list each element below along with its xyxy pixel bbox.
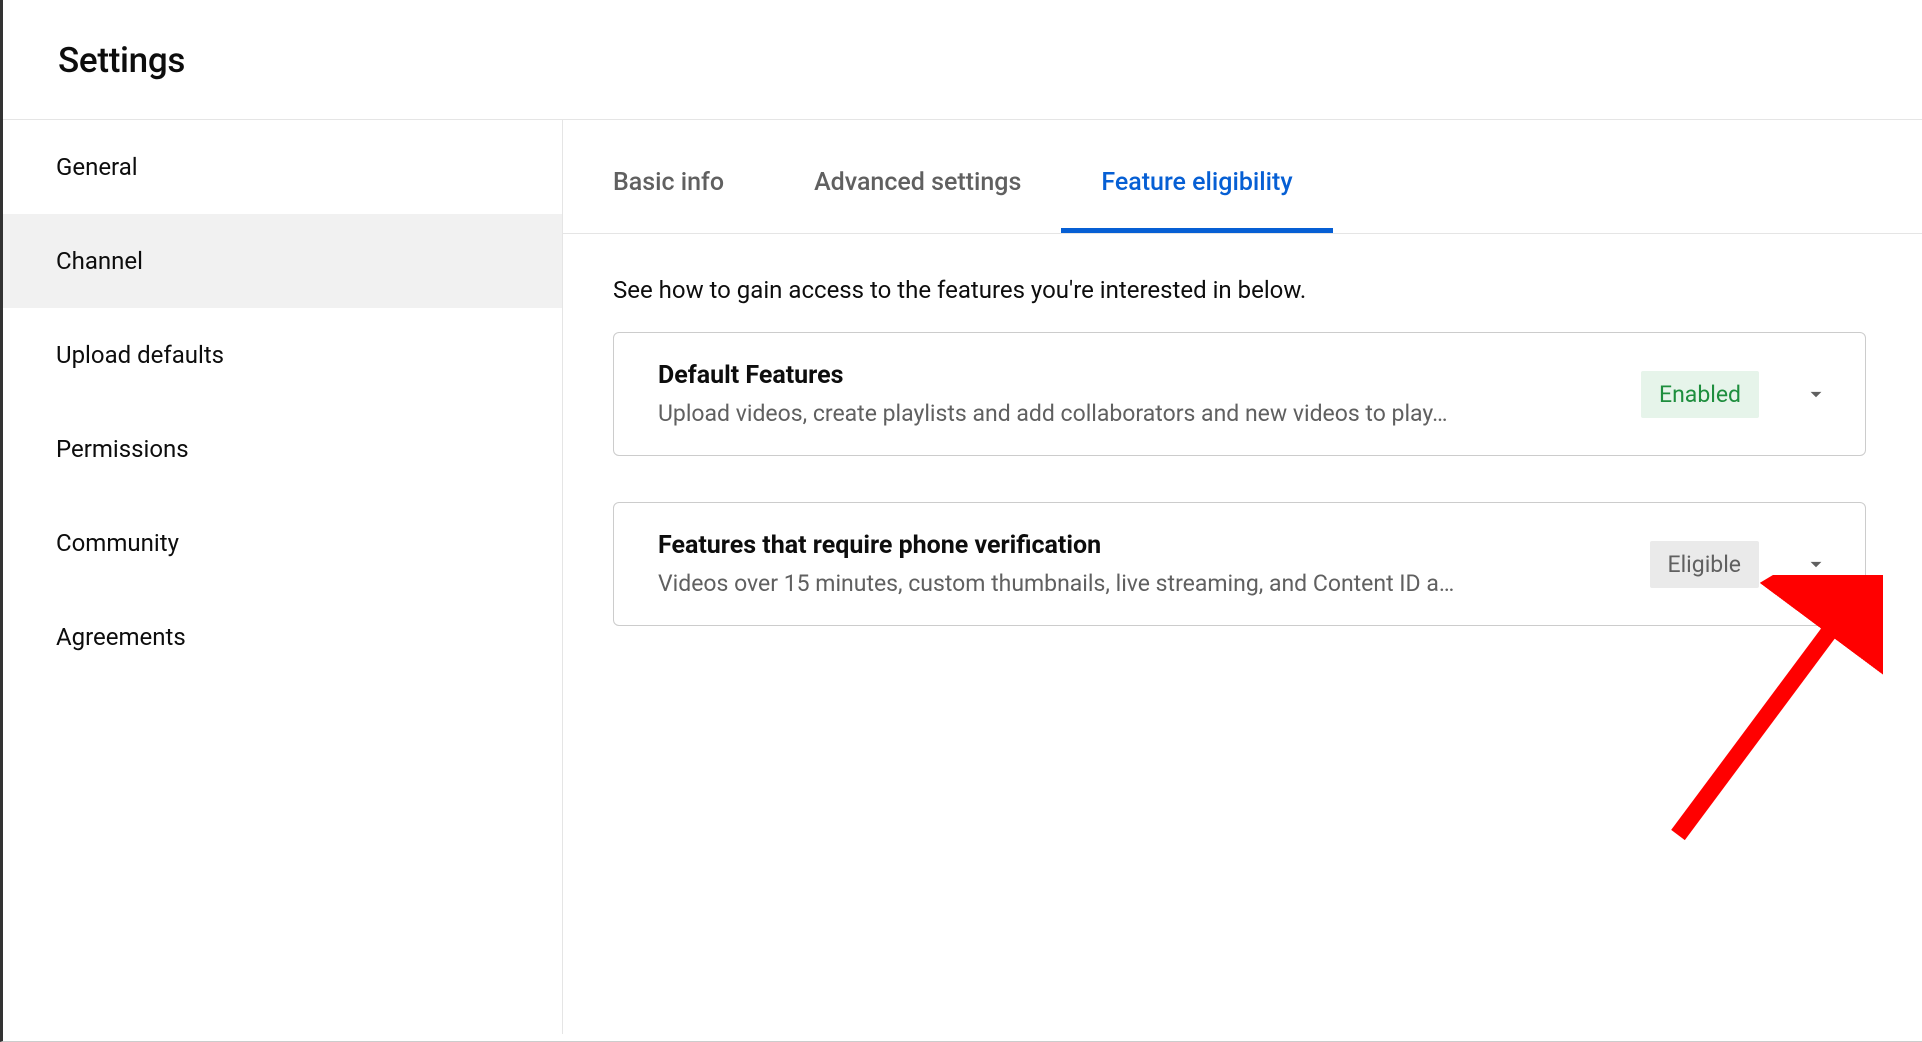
card-right: Enabled [1641,371,1829,418]
sidebar-item-community[interactable]: Community [3,496,562,590]
header: Settings [3,0,1922,120]
tab-label: Basic info [613,168,724,197]
card-right: Eligible [1650,541,1829,588]
tab-advanced-settings[interactable]: Advanced settings [774,120,1061,233]
sidebar-item-label: Permissions [56,435,189,463]
tab-label: Advanced settings [814,168,1021,197]
main: Basic info Advanced settings Feature eli… [563,120,1922,1034]
sidebar-item-label: Channel [56,247,143,275]
sidebar-item-permissions[interactable]: Permissions [3,402,562,496]
sidebar-item-general[interactable]: General [3,120,562,214]
status-badge-enabled: Enabled [1641,371,1759,418]
sidebar-item-label: General [56,153,138,181]
sidebar-item-label: Upload defaults [56,341,224,369]
sidebar-item-channel[interactable]: Channel [3,214,562,308]
tab-feature-eligibility[interactable]: Feature eligibility [1061,120,1332,233]
tab-label: Feature eligibility [1101,168,1292,197]
sidebar-item-label: Community [56,529,179,557]
card-left: Features that require phone verification… [658,531,1630,597]
card-phone-verification[interactable]: Features that require phone verification… [613,502,1866,626]
layout: General Channel Upload defaults Permissi… [3,120,1922,1034]
tabs: Basic info Advanced settings Feature eli… [563,120,1922,234]
card-default-features[interactable]: Default Features Upload videos, create p… [613,332,1866,456]
card-desc: Upload videos, create playlists and add … [658,400,1621,427]
sidebar-item-upload-defaults[interactable]: Upload defaults [3,308,562,402]
intro-text: See how to gain access to the features y… [613,276,1866,304]
chevron-down-icon [1803,381,1829,407]
sidebar-item-label: Agreements [56,623,186,651]
card-title: Default Features [658,361,1621,390]
card-left: Default Features Upload videos, create p… [658,361,1621,427]
sidebar: General Channel Upload defaults Permissi… [3,120,563,1034]
card-desc: Videos over 15 minutes, custom thumbnail… [658,570,1630,597]
status-badge-eligible: Eligible [1650,541,1759,588]
page-title: Settings [58,40,1922,81]
sidebar-item-agreements[interactable]: Agreements [3,590,562,684]
content: See how to gain access to the features y… [563,234,1922,626]
tab-basic-info[interactable]: Basic info [613,120,774,233]
chevron-down-icon [1803,551,1829,577]
card-title: Features that require phone verification [658,531,1630,560]
